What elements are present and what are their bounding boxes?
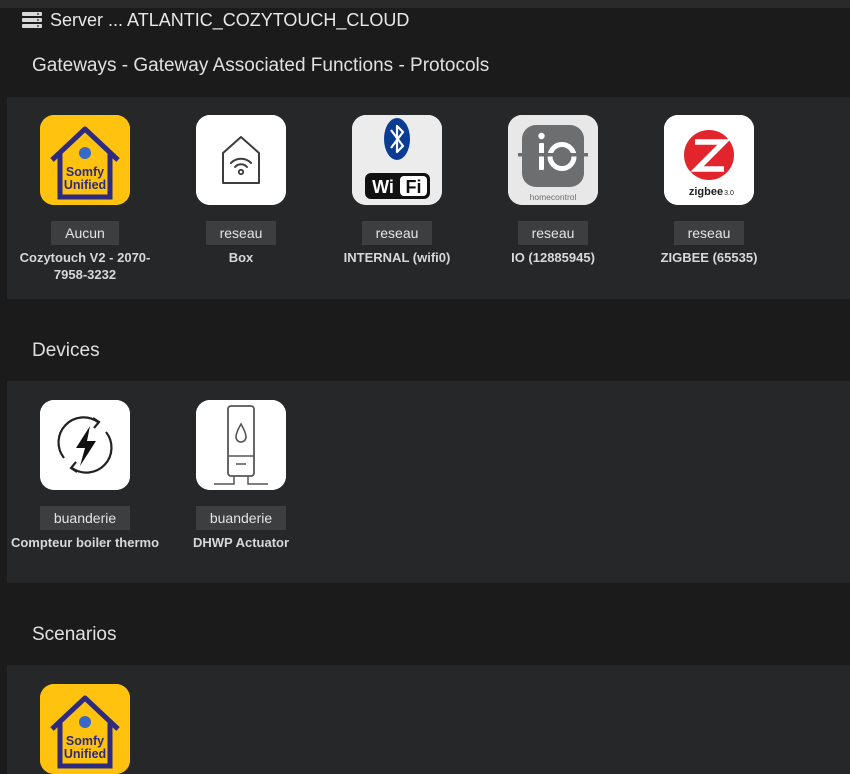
gateways-panel: Somfy Unified Aucun Cozytouch V2 - 2070-… [7, 97, 850, 299]
device-label: Compteur boiler thermo [10, 535, 160, 550]
svg-text:homecontrol: homecontrol [530, 192, 577, 202]
somfy-text-line2: Unified [64, 747, 106, 761]
gateway-tile-zigbee[interactable]: zigbee 3.0 reseau ZIGBEE (65535) [631, 115, 787, 266]
svg-text:zigbee: zigbee [689, 186, 723, 198]
gateway-tile-internal-wifi[interactable]: Wi Fi reseau INTERNAL (wifi0) [319, 115, 475, 266]
somfy-text-line1: Somfy [66, 165, 104, 179]
io-homecontrol-icon: homecontrol [508, 115, 598, 205]
scenarios-panel: Somfy Unified [7, 665, 850, 774]
room-badge: reseau [517, 221, 589, 245]
gateway-tile-io[interactable]: homecontrol reseau IO (12885945) [475, 115, 631, 266]
gateways-section-title: Gateways - Gateway Associated Functions … [32, 55, 490, 76]
wifi-home-icon [196, 115, 286, 205]
zigbee-icon: zigbee 3.0 [664, 115, 754, 205]
server-header: Server ... ATLANTIC_COZYTOUCH_CLOUD [22, 8, 409, 32]
server-title: Server ... ATLANTIC_COZYTOUCH_CLOUD [50, 9, 410, 30]
gateway-tile-box[interactable]: reseau Box [163, 115, 319, 266]
devices-section-title: Devices [32, 340, 100, 361]
devices-panel: buanderie Compteur boiler thermo buander… [7, 381, 850, 583]
room-badge: buanderie [195, 506, 287, 530]
device-tile-dhwp[interactable]: buanderie DHWP Actuator [163, 400, 319, 551]
room-badge: Aucun [51, 221, 119, 245]
gateway-label: IO (12885945) [511, 250, 595, 265]
server-icon [22, 12, 42, 28]
gateway-tile-cozytouch[interactable]: Somfy Unified Aucun Cozytouch V2 - 2070-… [7, 115, 163, 283]
somfy-unified-icon: Somfy Unified [40, 115, 130, 205]
bluetooth-wifi-icon: Wi Fi [352, 115, 442, 205]
room-badge: reseau [673, 221, 745, 245]
scenarios-section-title: Scenarios [32, 624, 117, 645]
energy-meter-icon [40, 400, 130, 490]
svg-text:Fi: Fi [406, 177, 422, 197]
gateway-label: Cozytouch V2 - 2070-7958-3232 [19, 250, 151, 282]
water-heater-icon [196, 400, 286, 490]
room-badge: reseau [361, 221, 433, 245]
device-tile-compteur[interactable]: buanderie Compteur boiler thermo [7, 400, 163, 551]
somfy-text-line1: Somfy [66, 734, 104, 748]
gateway-label: Box [228, 250, 254, 265]
svg-text:Wi: Wi [372, 177, 394, 197]
scenario-tile[interactable]: Somfy Unified [7, 684, 163, 774]
room-badge: reseau [205, 221, 277, 245]
gateway-label: ZIGBEE (65535) [660, 250, 758, 265]
room-badge: buanderie [39, 506, 131, 530]
svg-text:3.0: 3.0 [724, 190, 734, 197]
gateway-label: INTERNAL (wifi0) [343, 250, 451, 265]
somfy-text-line2: Unified [64, 178, 106, 192]
device-label: DHWP Actuator [192, 535, 290, 550]
somfy-unified-icon: Somfy Unified [40, 684, 130, 774]
top-bar [0, 0, 850, 8]
